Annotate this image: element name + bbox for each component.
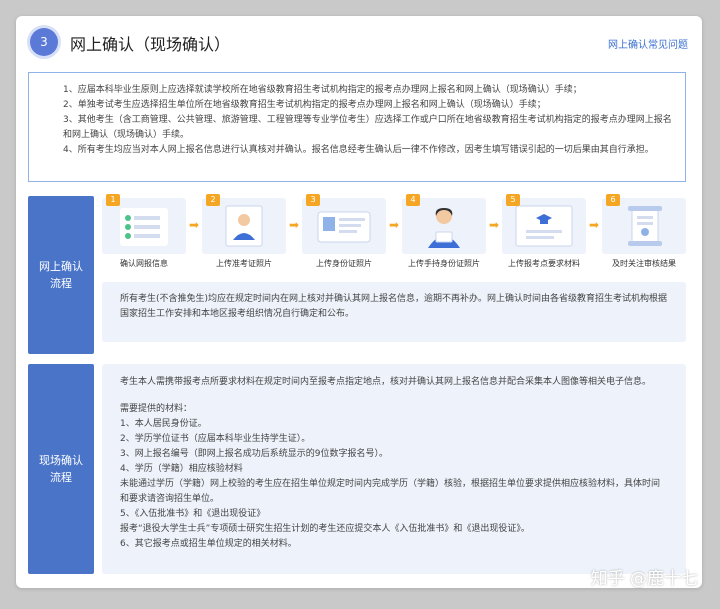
arrow-right-icon: ➡ [389, 218, 400, 232]
step-number: 2 [206, 194, 220, 206]
step-illustration: 2 [202, 194, 286, 254]
notice-line: 2、单独考试考生应选择招生单位所在地省级教育招生考试机构指定的报考点办理网上报名… [63, 100, 546, 110]
step-caption: 上传准考证照片 [216, 259, 272, 268]
step-caption: 确认网报信息 [120, 259, 168, 268]
material-item: 3、网上报名编号（即网上报名成功后系统显示的9位数字报名号）。 [120, 449, 388, 459]
arrow-right-icon: ➡ [489, 218, 500, 232]
online-flow-steps: 1 确认网报信息 ➡ 2 上传准考证照片 ➡ 3 上传身份证照片 ➡ 4 上传手… [102, 194, 686, 278]
flow-step: 4 上传手持身份证照片 [402, 194, 486, 269]
arrow-right-icon: ➡ [189, 218, 200, 232]
step-illustration: 6 [602, 194, 686, 254]
notice-line: 1、应届本科毕业生原则上应选择就读学校所在地省级教育招生考试机构指定的报考点办理… [63, 85, 582, 95]
notice-box: 1、应届本科毕业生原则上应选择就读学校所在地省级教育招生考试机构指定的报考点办理… [28, 72, 686, 182]
notice-line: 4、所有考生均应当对本人网上报名信息进行认真核对并确认。报名信息经考生确认后一律… [63, 145, 654, 155]
online-confirmation-label: 网上确认流程 [28, 196, 94, 354]
material-item: 6、其它报考点或招生单位规定的相关材料。 [120, 539, 297, 549]
onsite-intro: 考生本人需携带报考点所要求材料在规定时间内至报考点指定地点，核对并确认其网上报名… [120, 377, 652, 387]
material-item: 2、学历学位证书（应届本科毕业生持学生证）。 [120, 434, 311, 444]
notice-line: 3、其他考生（含工商管理、公共管理、旅游管理、工程管理等专业学位考生）应选择工作… [63, 115, 672, 140]
step-illustration: 3 [302, 194, 386, 254]
step-number: 4 [406, 194, 420, 206]
step-number: 6 [606, 194, 620, 206]
material-item: 4、学历（学籍）相应核验材料 [120, 464, 243, 474]
material-item: 1、本人居民身份证。 [120, 419, 207, 429]
person-holding-id-icon [428, 208, 460, 248]
main-card: 3 网上确认（现场确认） 网上确认常见问题 1、应届本科毕业生原则上应选择就读学… [16, 16, 702, 588]
form-check-icon [120, 208, 168, 246]
id-photo-icon [225, 205, 263, 247]
page-title: 网上确认（现场确认） [70, 35, 231, 54]
arrow-right-icon: ➡ [589, 218, 600, 232]
step-illustration: 4 [402, 194, 486, 254]
step-caption: 上传手持身份证照片 [408, 259, 480, 268]
step-number: 5 [506, 194, 520, 206]
step-caption: 上传身份证照片 [316, 259, 372, 268]
step-caption: 及时关注审核结果 [612, 259, 676, 268]
watermark: 知乎 @鹿十七 [590, 569, 698, 589]
flow-step: 5 上传报考点要求材料 [502, 194, 586, 269]
onsite-confirmation-label: 现场确认流程 [28, 364, 94, 574]
step-illustration: 1 [102, 194, 186, 254]
flow-step: 3 上传身份证照片 [302, 194, 386, 269]
material-item: 5、《入伍批准书》和《退出现役证》 [120, 509, 266, 519]
step-number-badge: 3 [30, 28, 58, 56]
faq-link[interactable]: 网上确认常见问题 [608, 36, 688, 51]
onsite-confirmation-section: 现场确认流程 考生本人需携带报考点所要求材料在规定时间内至报考点指定地点，核对并… [28, 364, 686, 574]
online-confirmation-section: 网上确认流程 1 确认网报信息 ➡ 2 上传准考证照片 ➡ 3 上传身份证照片 … [28, 194, 686, 354]
material-item: 报考“退役大学生士兵”专项硕士研究生招生计划的考生还应提交本人《入伍批准书》和《… [120, 524, 530, 534]
online-info-box: 所有考生(不含推免生)均应在规定时间内在网上核对并确认其网上报名信息，逾期不再补… [102, 282, 686, 342]
graduation-cap-icon [515, 205, 573, 247]
step-number: 3 [306, 194, 320, 206]
arrow-right-icon: ➡ [289, 218, 300, 232]
scroll-icon [628, 206, 662, 246]
step-caption: 上传报考点要求材料 [508, 259, 580, 268]
material-item: 未能通过学历（学籍）网上校验的考生应在招生单位规定时间内完成学历（学籍）核验，根… [120, 479, 661, 504]
step-number: 1 [106, 194, 120, 206]
flow-step: 2 上传准考证照片 [202, 194, 286, 269]
onsite-info-box: 考生本人需携带报考点所要求材料在规定时间内至报考点指定地点，核对并确认其网上报名… [102, 364, 686, 574]
materials-title: 需要提供的材料： [120, 404, 193, 414]
flow-step: 6 及时关注审核结果 [602, 194, 686, 269]
step-illustration: 5 [502, 194, 586, 254]
id-card-icon [317, 211, 371, 243]
section-header: 3 网上确认（现场确认） 网上确认常见问题 [30, 26, 688, 62]
flow-step: 1 确认网报信息 [102, 194, 186, 269]
